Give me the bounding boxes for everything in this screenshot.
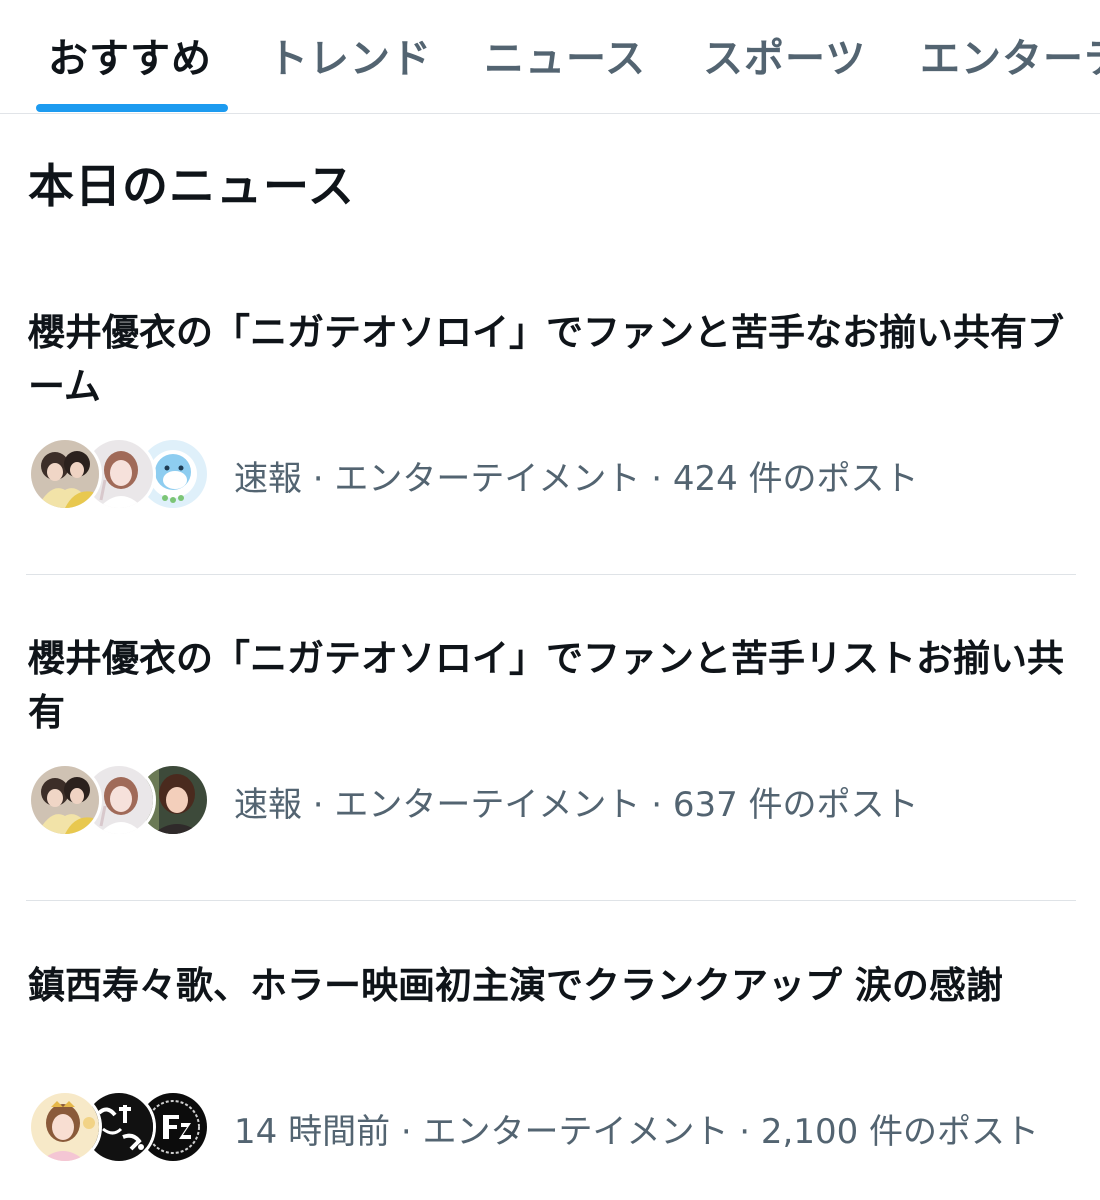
news-headline[interactable]: 鎮西寿々歌、ホラー映画初主演でクランクアップ 涙の感謝	[28, 959, 1073, 1013]
news-meta-row: 14 時間前 · エンターテイメント · 2,100 件のポスト	[28, 1088, 1088, 1168]
avatar-group	[28, 1088, 210, 1168]
active-tab-indicator	[36, 104, 228, 112]
news-item[interactable]: 櫻井優衣の「ニガテオソロイ」でファンと苦手なお揃い共有ブーム 速報 · エンター…	[0, 300, 1100, 575]
divider	[26, 574, 1076, 575]
avatar	[28, 1090, 102, 1164]
avatar-group	[28, 435, 210, 515]
avatar	[28, 437, 102, 511]
tab-entertainment[interactable]: エンターテ	[920, 26, 1100, 84]
section-title: 本日のニュース	[28, 159, 355, 213]
explore-tab-bar: おすすめ トレンド ニュース スポーツ エンターテ	[0, 0, 1100, 114]
tab-trending[interactable]: トレンド	[268, 26, 432, 84]
avatar-group	[28, 761, 210, 841]
divider	[26, 900, 1076, 901]
news-headline[interactable]: 櫻井優衣の「ニガテオソロイ」でファンと苦手リストお揃い共有	[28, 632, 1073, 740]
news-meta-row: 速報 · エンターテイメント · 637 件のポスト	[28, 761, 1088, 841]
news-meta-row: 速報 · エンターテイメント · 424 件のポスト	[28, 435, 1088, 515]
news-item[interactable]: 鎮西寿々歌、ホラー映画初主演でクランクアップ 涙の感謝 14 時間前 · エンタ…	[0, 953, 1100, 1200]
news-headline[interactable]: 櫻井優衣の「ニガテオソロイ」でファンと苦手なお揃い共有ブーム	[28, 306, 1073, 414]
news-item[interactable]: 櫻井優衣の「ニガテオソロイ」でファンと苦手リストお揃い共有 速報 · エンターテ…	[0, 626, 1100, 901]
tab-news[interactable]: ニュース	[484, 26, 646, 84]
news-meta: 速報 · エンターテイメント · 424 件のポスト	[234, 459, 919, 499]
avatar	[28, 763, 102, 837]
tab-sports[interactable]: スポーツ	[703, 26, 866, 84]
news-meta: 速報 · エンターテイメント · 637 件のポスト	[234, 785, 919, 825]
tab-recommended[interactable]: おすすめ	[48, 26, 212, 84]
news-meta: 14 時間前 · エンターテイメント · 2,100 件のポスト	[234, 1112, 1040, 1152]
